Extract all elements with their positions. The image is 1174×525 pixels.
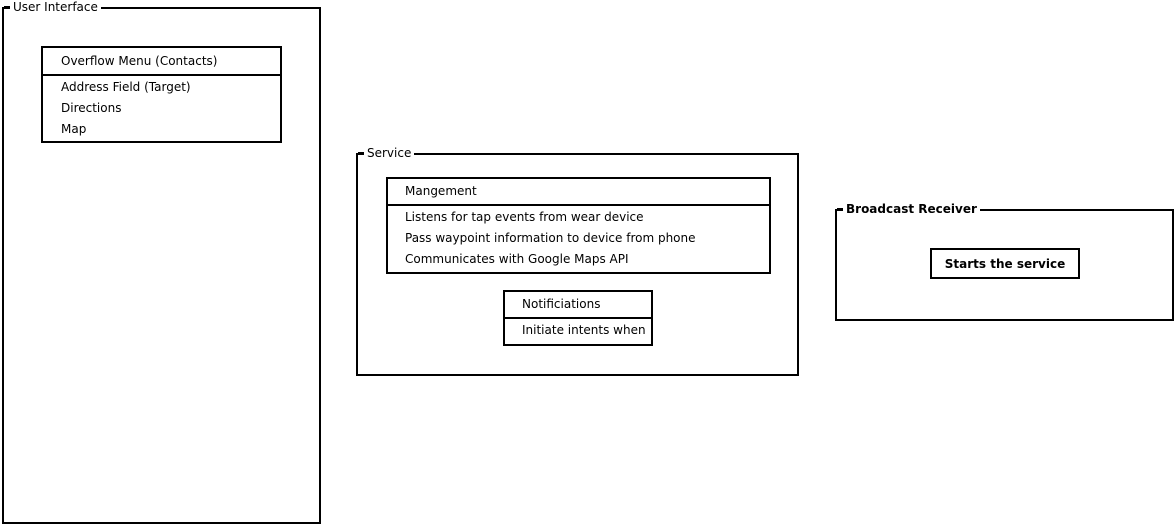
user-interface-title: User Interface [4,0,101,14]
menu-item-directions[interactable]: Directions [61,101,121,115]
notifications-item-intents: Initiate intents when [522,323,646,337]
broadcast-receiver-title: Broadcast Receiver [837,202,980,216]
overflow-menu-list: Overflow Menu (Contacts) Address Field (… [41,46,282,143]
notifications-header: Notificiations [522,297,601,311]
list-divider [505,317,651,319]
broadcast-receiver-group: Broadcast Receiver Starts the service [835,202,1174,321]
overflow-menu-header[interactable]: Overflow Menu (Contacts) [61,54,217,68]
menu-item-address-field[interactable]: Address Field (Target) [61,80,191,94]
management-item-maps-api: Communicates with Google Maps API [405,252,629,266]
management-item-waypoint: Pass waypoint information to device from… [405,231,696,245]
starts-the-service-button[interactable]: Starts the service [930,248,1080,279]
management-list: Mangement Listens for tap events from we… [386,177,771,274]
management-header: Mangement [405,184,477,198]
notifications-list: Notificiations Initiate intents when [503,290,653,346]
service-title: Service [357,146,415,160]
management-item-tap-events: Listens for tap events from wear device [405,210,644,224]
menu-item-map[interactable]: Map [61,122,86,136]
list-divider [388,204,769,206]
list-divider [43,74,280,76]
user-interface-group: User Interface Overflow Menu (Contacts) … [2,0,321,524]
service-group: Service Mangement Listens for tap events… [356,146,799,376]
